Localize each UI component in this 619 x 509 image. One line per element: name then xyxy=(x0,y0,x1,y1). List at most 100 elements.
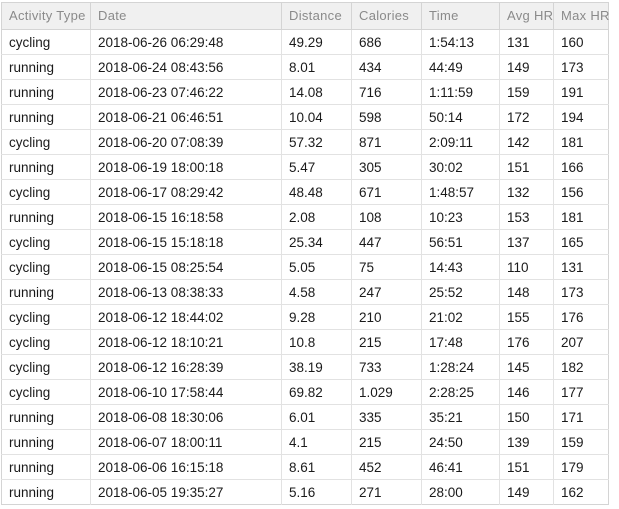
cell-distance: 10.04 xyxy=(281,104,352,130)
table-row[interactable]: cycling 2018-06-12 18:44:02 9.28 210 21:02 15… xyxy=(1,304,609,330)
table-header-row: Activity Type Date Distance Calories Time Avg… xyxy=(1,2,609,30)
cell-date: 2018-06-15 08:25:54 xyxy=(90,254,282,280)
table-row[interactable]: cycling 2018-06-17 08:29:42 48.48 671 1:48:5… xyxy=(1,179,609,205)
cell-time: 21:02 xyxy=(421,304,500,330)
cell-date: 2018-06-13 08:38:33 xyxy=(90,279,282,305)
cell-calories: 215 xyxy=(351,329,422,355)
cell-date: 2018-06-12 18:44:02 xyxy=(90,304,282,330)
cell-calories: 75 xyxy=(351,254,422,280)
table-row[interactable]: running 2018-06-24 08:43:56 8.01 434 44:49 14… xyxy=(1,54,609,80)
cell-calories: 108 xyxy=(351,204,422,230)
cell-activity-type: running xyxy=(1,429,91,455)
cell-time: 14:43 xyxy=(421,254,500,280)
cell-activity-type: running xyxy=(1,104,91,130)
cell-time: 1:54:13 xyxy=(421,29,500,55)
table-row[interactable]: running 2018-06-08 18:30:06 6.01 335 35:21 15… xyxy=(1,404,609,430)
cell-calories: 716 xyxy=(351,79,422,105)
cell-distance: 4.1 xyxy=(281,429,352,455)
table-row[interactable]: running 2018-06-07 18:00:11 4.1 215 24:50 139… xyxy=(1,429,609,455)
cell-date: 2018-06-12 18:10:21 xyxy=(90,329,282,355)
cell-max-hr: 182 xyxy=(553,354,609,380)
table-row[interactable]: running 2018-06-15 16:18:58 2.08 108 10:23 15… xyxy=(1,204,609,230)
cell-time: 1:11:59 xyxy=(421,79,500,105)
cell-calories: 1.029 xyxy=(351,379,422,405)
cell-activity-type: cycling xyxy=(1,229,91,255)
cell-date: 2018-06-08 18:30:06 xyxy=(90,404,282,430)
table-row[interactable]: cycling 2018-06-10 17:58:44 69.82 1.029 2:28… xyxy=(1,379,609,405)
table-row[interactable]: running 2018-06-06 16:15:18 8.61 452 46:41 15… xyxy=(1,454,609,480)
table-row[interactable]: running 2018-06-13 08:38:33 4.58 247 25:52 14… xyxy=(1,279,609,305)
column-header-date[interactable]: Date xyxy=(90,2,282,30)
cell-distance: 8.61 xyxy=(281,454,352,480)
cell-time: 35:21 xyxy=(421,404,500,430)
cell-date: 2018-06-15 16:18:58 xyxy=(90,204,282,230)
table-row[interactable]: running 2018-06-05 19:35:27 5.16 271 28:00 14… xyxy=(1,479,609,505)
cell-avg-hr: 145 xyxy=(499,354,554,380)
cell-avg-hr: 159 xyxy=(499,79,554,105)
cell-calories: 447 xyxy=(351,229,422,255)
table-row[interactable]: cycling 2018-06-20 07:08:39 57.32 871 2:09:1… xyxy=(1,129,609,155)
cell-distance: 5.16 xyxy=(281,479,352,505)
table-row[interactable]: running 2018-06-23 07:46:22 14.08 716 1:11:5… xyxy=(1,79,609,105)
cell-activity-type: running xyxy=(1,204,91,230)
cell-max-hr: 162 xyxy=(561,484,584,500)
cell-date: 2018-06-10 17:58:44 xyxy=(90,379,282,405)
cell-max-hr: 207 xyxy=(553,329,609,355)
cell-max-hr: 181 xyxy=(553,204,609,230)
cell-avg-hr: 155 xyxy=(499,304,554,330)
column-header-calories[interactable]: Calories xyxy=(351,2,422,30)
table-row[interactable]: running 2018-06-19 18:00:18 5.47 305 30:02 15… xyxy=(1,154,609,180)
cell-activity-type: running xyxy=(1,279,91,305)
cell-avg-hr: 148 xyxy=(499,279,554,305)
cell-max-hr: 191 xyxy=(553,79,609,105)
table-row[interactable]: cycling 2018-06-12 18:10:21 10.8 215 17:48 17… xyxy=(1,329,609,355)
cell-time: 46:41 xyxy=(421,454,500,480)
cell-distance: 2.08 xyxy=(281,204,352,230)
cell-distance: 14.08 xyxy=(281,79,352,105)
cell-max-hr: 181 xyxy=(553,129,609,155)
table-row[interactable]: cycling 2018-06-15 15:18:18 25.34 447 56:51 1… xyxy=(1,229,609,255)
table-row[interactable]: running 2018-06-21 06:46:51 10.04 598 50:14 1… xyxy=(1,104,609,130)
cell-calories: 305 xyxy=(351,154,422,180)
table-row[interactable]: cycling 2018-06-12 16:28:39 38.19 733 1:28:2… xyxy=(1,354,609,380)
cell-calories: 598 xyxy=(351,104,422,130)
cell-calories: 271 xyxy=(351,479,422,505)
cell-calories: 733 xyxy=(351,354,422,380)
cell-max-hr: 194 xyxy=(553,104,609,130)
cell-time: 1:28:24 xyxy=(421,354,500,380)
cell-time: 44:49 xyxy=(421,54,500,80)
cell-distance: 57.32 xyxy=(281,129,352,155)
cell-calories: 434 xyxy=(351,54,422,80)
cell-date: 2018-06-21 06:46:51 xyxy=(90,104,282,130)
activity-table: Activity Type Date Distance Calories Time Avg… xyxy=(1,2,609,505)
cell-avg-hr: 131 xyxy=(499,29,554,55)
table-body: cycling 2018-06-26 06:29:48 49.29 686 1:54:1… xyxy=(1,29,609,505)
cell-activity-type: cycling xyxy=(1,354,91,380)
cell-distance: 69.82 xyxy=(281,379,352,405)
column-header-time[interactable]: Time xyxy=(421,2,500,30)
cell-activity-type: running xyxy=(1,454,91,480)
cell-calories: 210 xyxy=(351,304,422,330)
cell-avg-hr: 176 xyxy=(499,329,554,355)
activity-table-container: Activity Type Date Distance Calories Time Avg… xyxy=(0,0,619,505)
cell-date: 2018-06-23 07:46:22 xyxy=(90,79,282,105)
cell-date: 2018-06-06 16:15:18 xyxy=(90,454,282,480)
table-row[interactable]: cycling 2018-06-15 08:25:54 5.05 75 14:43 110… xyxy=(1,254,609,280)
cell-avg-hr: 151 xyxy=(499,454,554,480)
cell-distance: 8.01 xyxy=(281,54,352,80)
cell-time: 28:00 xyxy=(421,479,500,505)
column-header-avg-hr[interactable]: Avg HR xyxy=(499,2,554,30)
cell-date: 2018-06-24 08:43:56 xyxy=(90,54,282,80)
cell-calories: 247 xyxy=(351,279,422,305)
cell-avg-hr: 172 xyxy=(499,104,554,130)
cell-avg-hr: 146 xyxy=(499,379,554,405)
column-header-max-hr[interactable]: Max HR xyxy=(553,2,609,30)
column-header-activity-type[interactable]: Activity Type xyxy=(1,2,91,30)
cell-avg-hr: 149 xyxy=(499,54,554,80)
cell-time: 10:23 xyxy=(421,204,500,230)
table-row[interactable]: cycling 2018-06-26 06:29:48 49.29 686 1:54:1… xyxy=(1,29,609,55)
cell-max-hr: 159 xyxy=(553,429,609,455)
column-header-distance[interactable]: Distance xyxy=(281,2,352,30)
cell-avg-hr: 110 xyxy=(499,254,554,280)
cell-avg-hr: 139 xyxy=(499,429,554,455)
